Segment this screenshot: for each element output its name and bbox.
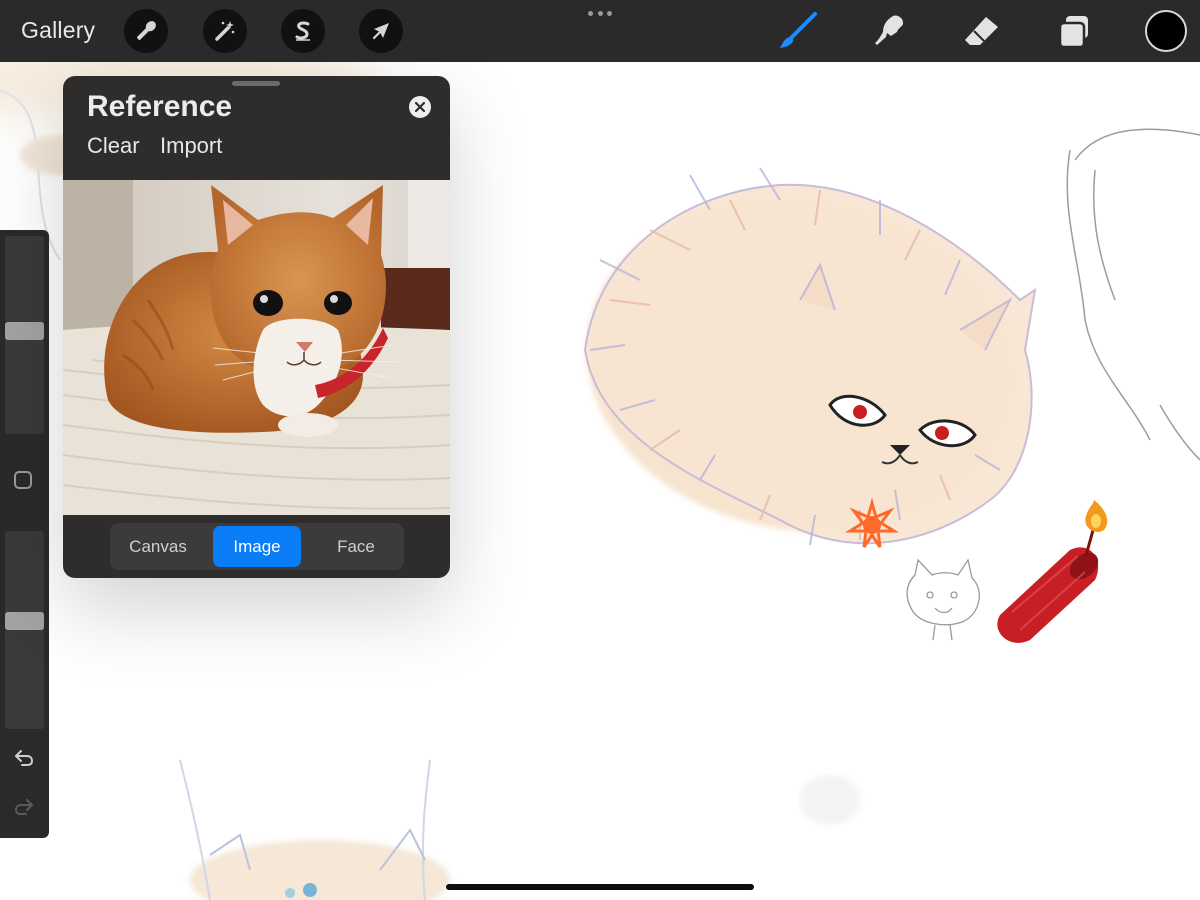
tab-canvas[interactable]: Canvas: [113, 526, 203, 567]
eraser-tool-button[interactable]: [961, 10, 1003, 52]
dot-icon: [597, 11, 603, 16]
brush-size-slider[interactable]: [5, 236, 44, 434]
selection-s-icon: [295, 21, 310, 41]
background-sketch-right: [1066, 128, 1200, 461]
reference-mode-segmented-control: Canvas Image Face: [110, 523, 404, 570]
brush-tool-button[interactable]: [777, 10, 819, 52]
tab-image[interactable]: Image: [213, 526, 301, 567]
left-sidebar: [0, 230, 49, 838]
opacity-thumb[interactable]: [5, 612, 44, 630]
tab-face[interactable]: Face: [311, 526, 401, 567]
actions-button[interactable]: [124, 9, 168, 53]
adjustments-button[interactable]: [203, 9, 247, 53]
smudge-tool-button[interactable]: [869, 10, 911, 52]
transform-button[interactable]: [359, 9, 403, 53]
more-options-button[interactable]: [588, 11, 612, 17]
reference-panel: Reference Clear Import Canvas Image Face: [63, 76, 450, 578]
reference-title: Reference: [87, 90, 233, 123]
magic-wand-icon: [215, 21, 235, 41]
wrench-icon: [137, 21, 156, 40]
brush-icon: [780, 12, 817, 48]
modify-button[interactable]: [14, 471, 32, 489]
redo-icon[interactable]: [12, 795, 36, 819]
close-button[interactable]: [409, 96, 431, 118]
fluffy-cat-drawing: [583, 167, 1037, 548]
color-picker-button[interactable]: [1145, 10, 1187, 52]
panel-grabber[interactable]: [232, 81, 280, 86]
reference-image[interactable]: [63, 180, 450, 515]
background-sketch-bottom: [179, 759, 860, 900]
opacity-slider[interactable]: [5, 531, 44, 729]
layers-icon: [1058, 16, 1088, 49]
home-indicator: [446, 884, 754, 890]
smudge-icon: [875, 15, 904, 45]
close-icon: [415, 102, 425, 112]
import-button[interactable]: Import: [160, 133, 222, 159]
top-toolbar: Gallery: [0, 0, 1200, 62]
firecracker-drawing: [997, 500, 1108, 643]
layers-button[interactable]: [1053, 10, 1095, 52]
eraser-icon: [965, 17, 998, 45]
brush-size-thumb[interactable]: [5, 322, 44, 340]
selection-button[interactable]: [281, 9, 325, 53]
clear-button[interactable]: Clear: [87, 133, 140, 159]
small-cat-doodle: [906, 558, 980, 641]
arrow-cursor-icon: [372, 23, 389, 40]
dot-icon: [607, 11, 612, 16]
undo-icon[interactable]: [12, 746, 36, 770]
gallery-button[interactable]: Gallery: [21, 17, 95, 44]
dot-icon: [588, 11, 593, 16]
